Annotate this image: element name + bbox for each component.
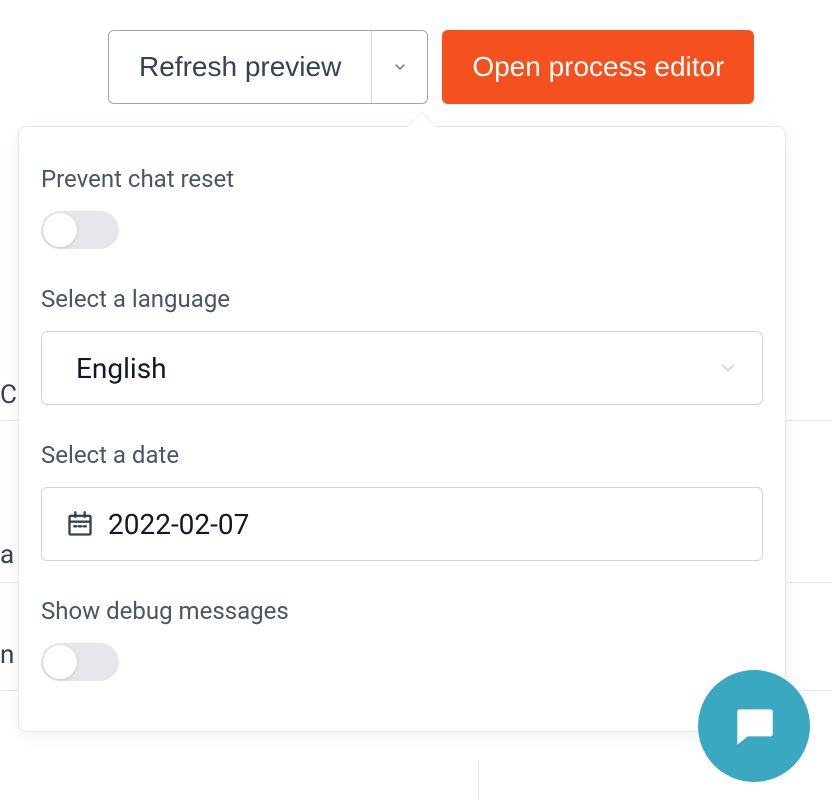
language-value: English (76, 352, 167, 385)
language-select[interactable]: English (41, 331, 763, 405)
toggle-knob (43, 213, 77, 247)
prevent-chat-reset-field: Prevent chat reset (41, 165, 763, 249)
chevron-down-icon (718, 358, 738, 378)
debug-messages-label: Show debug messages (41, 597, 763, 625)
chat-fab-button[interactable] (698, 670, 810, 782)
refresh-preview-button[interactable]: Refresh preview (109, 31, 371, 103)
toolbar: Refresh preview Open process editor (108, 0, 832, 104)
prevent-chat-reset-label: Prevent chat reset (41, 165, 763, 193)
bg-text-fragment: a (0, 540, 14, 570)
language-label: Select a language (41, 285, 763, 313)
bg-text-fragment: C (0, 380, 17, 410)
refresh-button-group: Refresh preview (108, 30, 428, 104)
debug-messages-field: Show debug messages (41, 597, 763, 681)
debug-messages-toggle[interactable] (41, 643, 119, 681)
chat-icon (729, 701, 779, 751)
chevron-down-icon (392, 59, 408, 75)
language-field: Select a language English (41, 285, 763, 405)
date-field: Select a date 2022-02-07 (41, 441, 763, 561)
prevent-chat-reset-toggle[interactable] (41, 211, 119, 249)
open-process-editor-button[interactable]: Open process editor (442, 30, 754, 104)
toggle-knob (43, 645, 77, 679)
open-process-editor-label: Open process editor (472, 51, 724, 83)
settings-popover: Prevent chat reset Select a language Eng… (18, 126, 786, 732)
date-picker[interactable]: 2022-02-07 (41, 487, 763, 561)
calendar-icon (66, 510, 94, 538)
refresh-dropdown-toggle[interactable] (371, 31, 427, 103)
date-label: Select a date (41, 441, 763, 469)
refresh-preview-label: Refresh preview (139, 51, 341, 83)
bg-text-fragment: n (0, 640, 14, 670)
bg-vertical-divider (478, 760, 479, 800)
popover-arrow (408, 113, 436, 127)
date-value: 2022-02-07 (108, 508, 249, 541)
